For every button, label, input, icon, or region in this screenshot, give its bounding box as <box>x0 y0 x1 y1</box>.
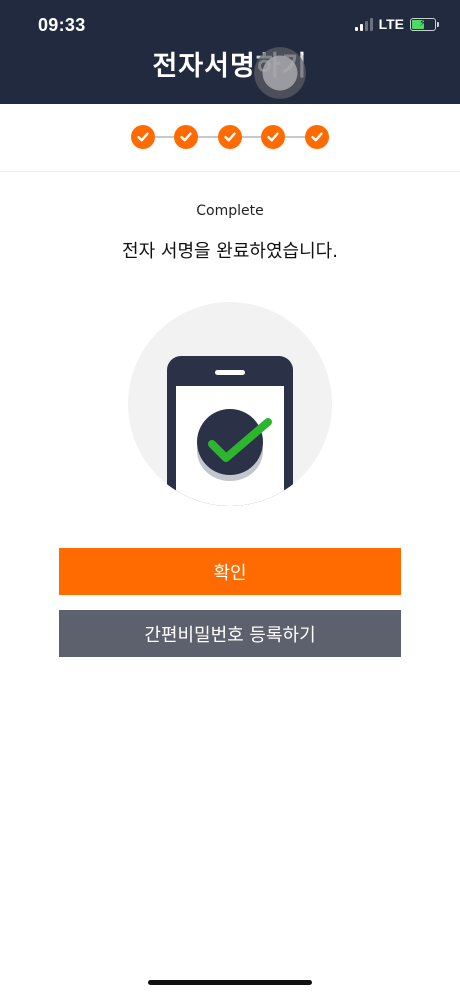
confirm-button[interactable]: 확인 <box>59 548 401 595</box>
register-simple-password-button[interactable]: 간편비밀번호 등록하기 <box>59 610 401 657</box>
step-3-complete <box>218 125 242 149</box>
home-indicator[interactable] <box>148 980 312 985</box>
check-icon <box>137 132 149 142</box>
status-time: 09:33 <box>38 15 86 35</box>
app-header: 09:33 LTE ⚡ 전자서명하기 <box>0 0 460 104</box>
status-icons: LTE ⚡ <box>354 16 439 32</box>
battery-charging-icon: ⚡ <box>410 17 439 31</box>
check-icon <box>180 132 192 142</box>
touch-indicator <box>251 44 309 102</box>
complete-label: Complete <box>196 203 264 219</box>
status-bar: 09:33 LTE ⚡ <box>0 0 460 50</box>
check-icon <box>224 132 236 142</box>
step-5-complete <box>305 125 329 149</box>
complete-message: 전자 서명을 완료하였습니다. <box>122 241 338 262</box>
page-title: 전자서명하기 <box>152 51 308 82</box>
network-type: LTE <box>378 16 404 32</box>
check-icon <box>267 132 279 142</box>
signal-icon <box>354 17 373 31</box>
step-4-complete <box>261 125 285 149</box>
step-1-complete <box>131 125 155 149</box>
progress-stepper <box>0 104 460 172</box>
check-icon <box>311 132 323 142</box>
phone-checkmark-icon <box>128 302 332 506</box>
step-2-complete <box>174 125 198 149</box>
